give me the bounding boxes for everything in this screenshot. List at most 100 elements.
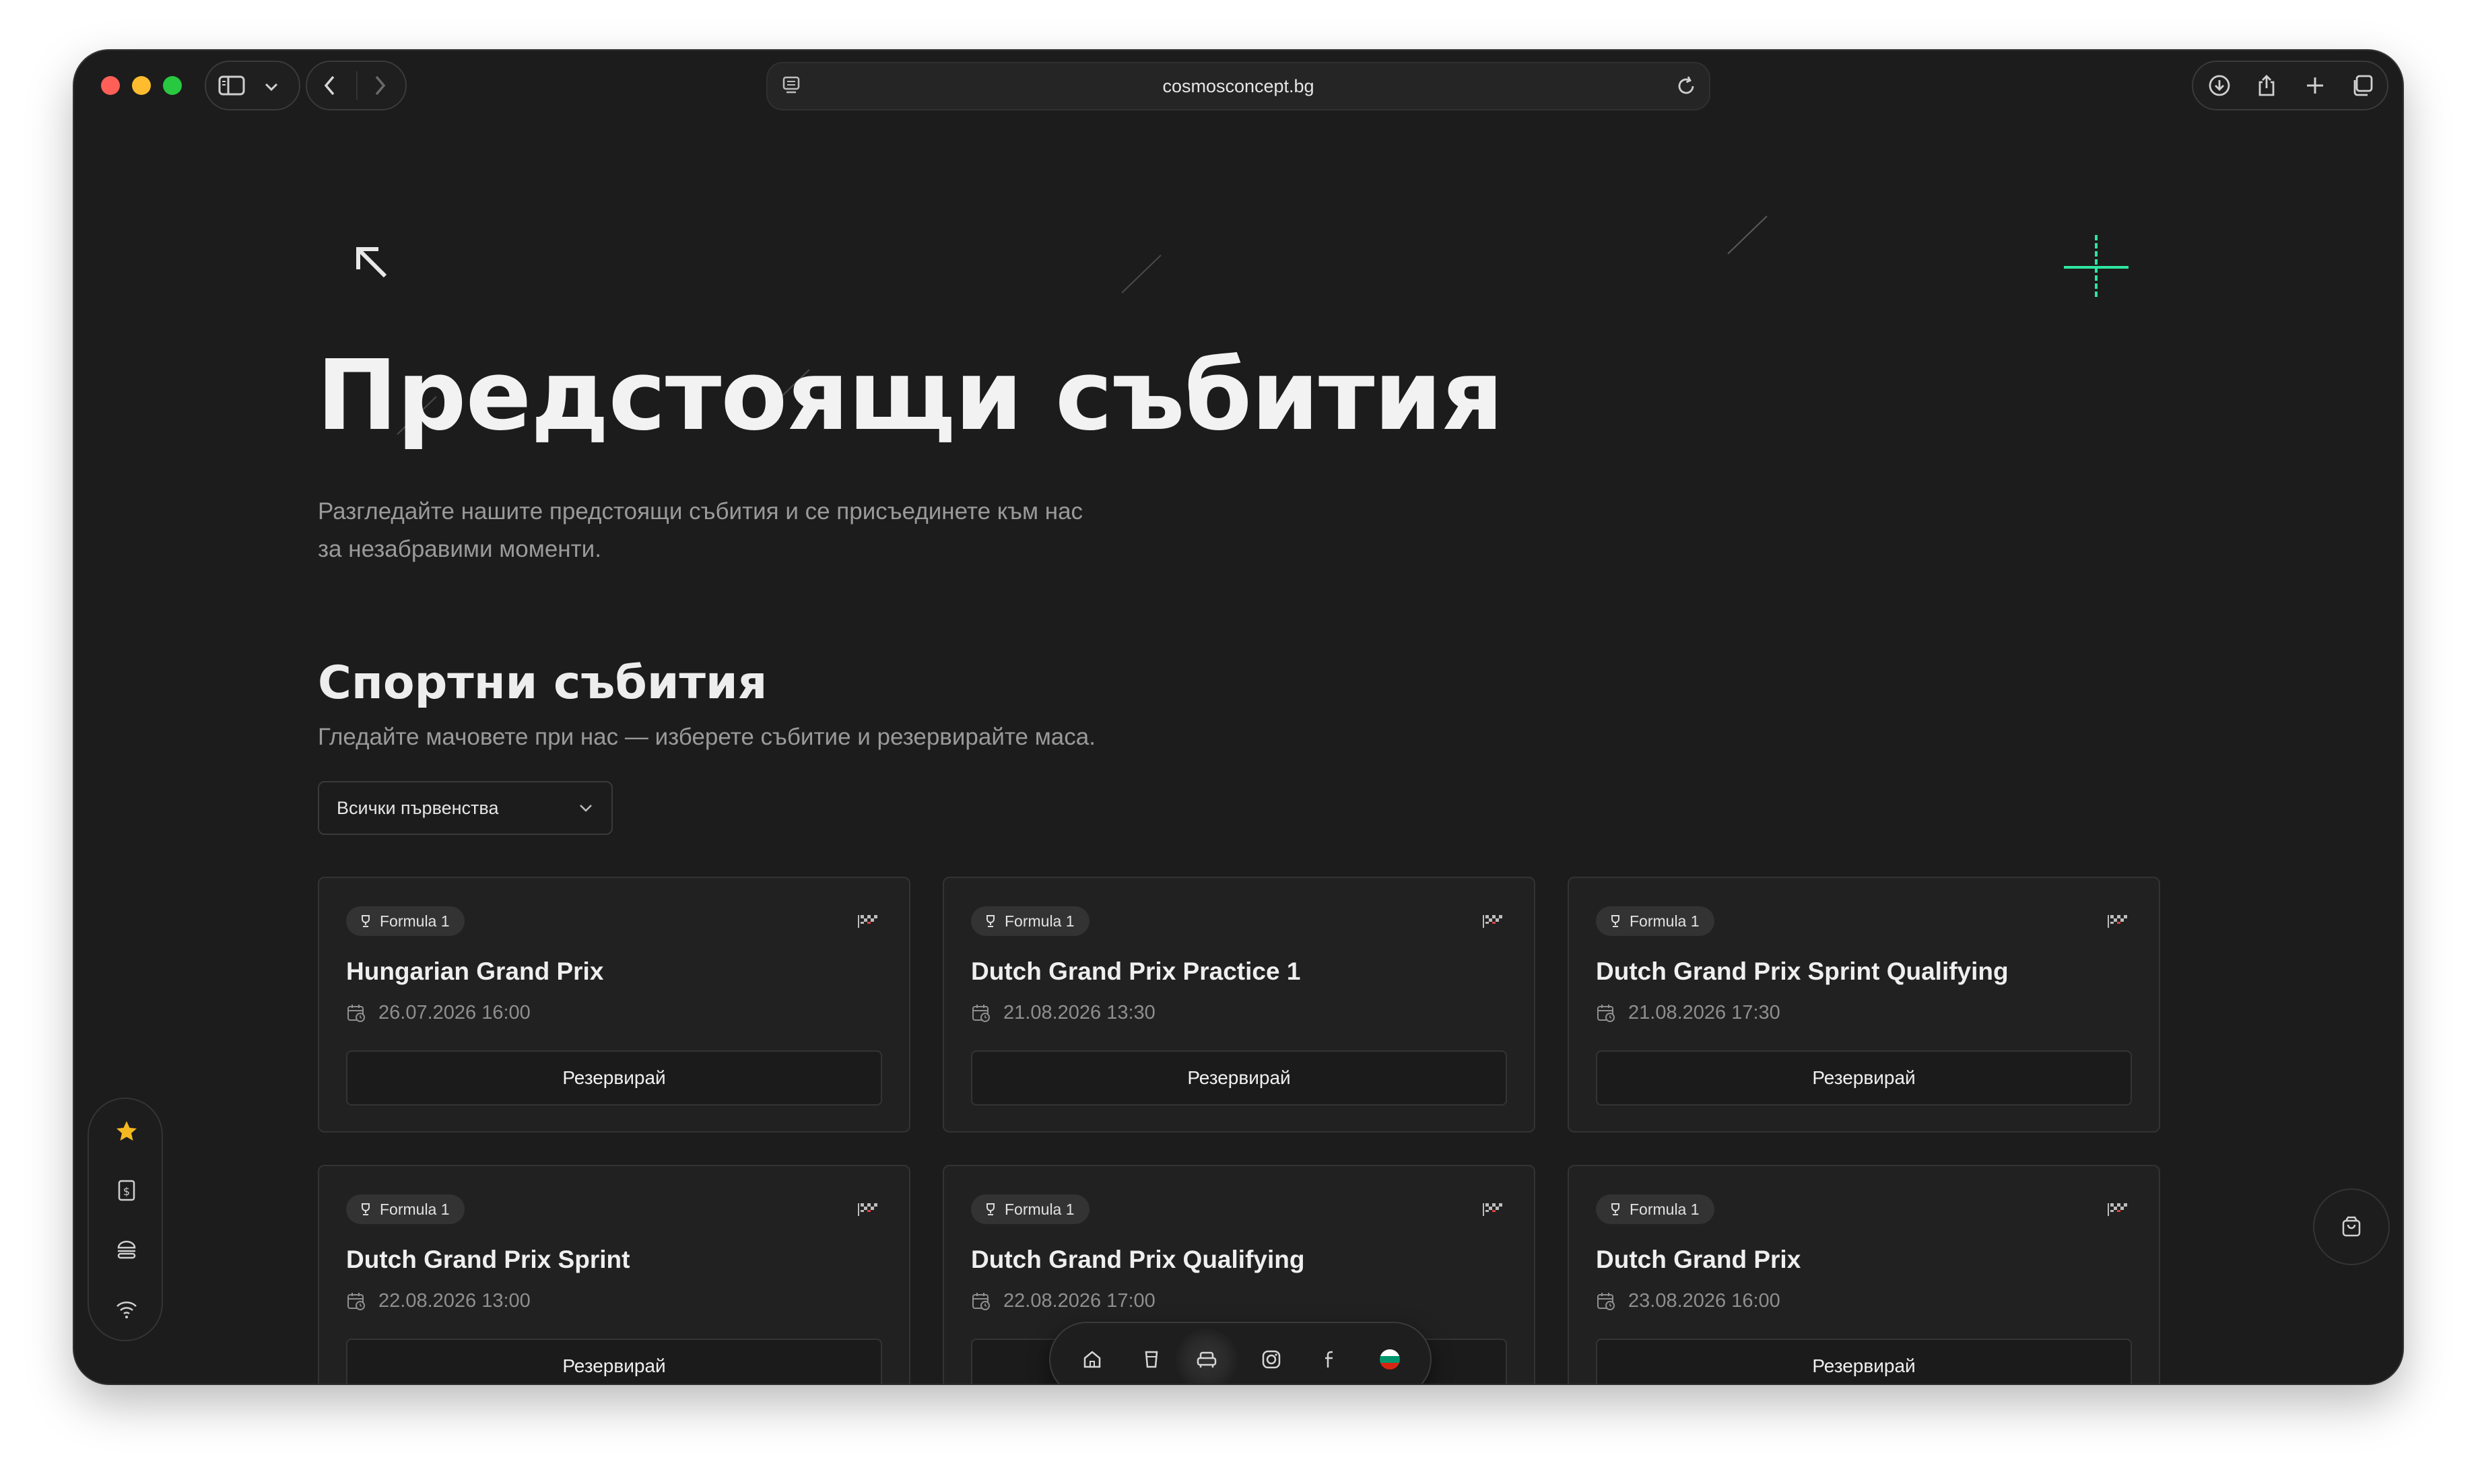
reserve-button[interactable]: Резервирай <box>1596 1050 2132 1106</box>
drink-icon <box>1145 1351 1158 1368</box>
calendar-clock-icon <box>1597 1005 1615 1022</box>
event-card: Formula 1 Dutch Grand Prix Practice 1 21.0… <box>943 877 1535 1133</box>
event-date-text: 22.08.2026 13:00 <box>378 1290 531 1312</box>
category-label: Formula 1 <box>380 1201 450 1218</box>
event-title: Hungarian Grand Prix <box>346 957 604 985</box>
event-date-text: 26.07.2026 16:00 <box>378 1002 531 1023</box>
wifi-icon[interactable] <box>114 1297 139 1321</box>
instagram-icon <box>1262 1350 1281 1369</box>
trophy-icon <box>362 915 370 927</box>
calendar-clock-icon <box>347 1293 365 1310</box>
trophy-icon <box>1611 1203 1619 1215</box>
back-icon[interactable] <box>323 75 337 96</box>
calendar-clock-icon <box>347 1005 365 1022</box>
svg-text:$: $ <box>123 1185 130 1198</box>
address-bar[interactable]: cosmosconcept.bg <box>766 62 1710 110</box>
page-intro-line-2: за незабравими моменти. <box>318 536 601 562</box>
sidebar-icon <box>218 75 245 96</box>
calendar-clock-icon <box>1597 1293 1615 1310</box>
tab-overview-button[interactable] <box>2341 65 2383 106</box>
dock-home-button[interactable] <box>1073 1341 1111 1378</box>
category-label: Formula 1 <box>380 912 450 930</box>
sidebar-toggle-button[interactable] <box>205 61 300 110</box>
category-label: Formula 1 <box>1005 1201 1075 1218</box>
home-icon <box>1083 1351 1101 1368</box>
dock-facebook-button[interactable] <box>1312 1341 1349 1378</box>
share-icon <box>2258 75 2275 96</box>
racing-flag-icon <box>2108 1203 2127 1216</box>
racing-flag-icon <box>858 1203 877 1216</box>
page-content: Предстоящи събития Разгледайте нашите пр… <box>74 125 2403 1384</box>
event-title: Dutch Grand Prix Practice 1 <box>971 957 1301 985</box>
browser-toolbar: cosmosconcept.bg <box>74 50 2403 125</box>
cart-button[interactable] <box>2313 1188 2390 1265</box>
facebook-icon <box>1325 1351 1333 1368</box>
bottom-navigation-dock <box>1049 1322 1432 1384</box>
championship-filter-select[interactable]: Всички първенства <box>318 781 613 835</box>
zoom-window-button[interactable] <box>163 76 182 95</box>
plus-icon <box>2307 77 2323 94</box>
close-window-button[interactable] <box>101 76 120 95</box>
chevron-down-icon <box>580 805 592 812</box>
category-label: Formula 1 <box>1630 912 1700 930</box>
back-arrow-icon[interactable] <box>353 244 391 281</box>
page-intro: Разгледайте нашите предстоящи събития и … <box>318 493 1160 568</box>
history-navigation <box>306 61 407 110</box>
share-button[interactable] <box>2246 65 2287 106</box>
star-icon[interactable] <box>114 1119 139 1143</box>
reserve-button[interactable]: Резервирай <box>971 1050 1507 1106</box>
category-label: Formula 1 <box>1005 912 1075 930</box>
trophy-icon <box>986 915 995 927</box>
trophy-icon <box>362 1203 370 1215</box>
section-subtitle: Гледайте мачовете при нас — изберете съб… <box>318 724 1096 750</box>
category-badge: Formula 1 <box>971 906 1090 936</box>
event-card: Formula 1 Hungarian Grand Prix 26.07.2026 … <box>318 877 910 1133</box>
left-quick-rail: $ <box>88 1098 163 1341</box>
racing-flag-icon <box>1483 1203 1502 1216</box>
category-badge: Formula 1 <box>1596 1194 1714 1224</box>
category-badge: Formula 1 <box>346 906 465 936</box>
dock-drinks-button[interactable] <box>1133 1341 1170 1378</box>
event-title: Dutch Grand Prix Qualifying <box>971 1246 1305 1273</box>
trophy-icon <box>1611 915 1619 927</box>
calendar-clock-icon <box>972 1005 990 1022</box>
category-badge: Formula 1 <box>1596 906 1714 936</box>
minimize-window-button[interactable] <box>132 76 151 95</box>
trophy-icon <box>986 1203 995 1215</box>
reserve-button[interactable]: Резервирай <box>1596 1339 2132 1384</box>
forward-icon[interactable] <box>373 75 387 96</box>
event-date-text: 21.08.2026 13:30 <box>1003 1002 1156 1023</box>
dock-instagram-button[interactable] <box>1252 1341 1290 1378</box>
sofa-icon <box>1197 1351 1217 1368</box>
downloads-button[interactable] <box>2199 65 2240 106</box>
filter-selected-value: Всички първенства <box>337 798 499 818</box>
event-date-text: 22.08.2026 17:00 <box>1003 1290 1156 1312</box>
dock-language-button[interactable] <box>1371 1341 1409 1378</box>
page-intro-line-1: Разгледайте нашите предстоящи събития и … <box>318 498 1083 525</box>
calendar-clock-icon <box>972 1293 990 1310</box>
toolbar-actions <box>2192 61 2388 110</box>
reserve-button[interactable]: Резервирай <box>346 1050 882 1106</box>
chevron-down-icon <box>265 83 278 92</box>
category-badge: Formula 1 <box>346 1194 465 1224</box>
section-title: Спортни събития <box>318 656 768 710</box>
page-title: Предстоящи събития <box>316 339 1504 452</box>
category-label: Formula 1 <box>1630 1201 1700 1218</box>
event-date-text: 23.08.2026 16:00 <box>1628 1290 1780 1312</box>
bulgaria-flag-icon <box>1380 1349 1400 1370</box>
burger-icon[interactable] <box>114 1238 139 1262</box>
event-card: Formula 1 Dutch Grand Prix Sprint 22.08.20… <box>318 1165 910 1384</box>
racing-flag-icon <box>858 915 877 928</box>
event-card: Formula 1 Dutch Grand Prix 23.08.2026 16:0… <box>1568 1165 2160 1384</box>
browser-window: cosmosconcept.bg Предстоящи събития Разг… <box>74 50 2403 1384</box>
event-title: Dutch Grand Prix Sprint Qualifying <box>1596 957 2009 985</box>
tabs-icon <box>2353 75 2373 96</box>
racing-flag-icon <box>1483 915 1502 928</box>
reserve-button[interactable]: Резервирай <box>346 1339 882 1384</box>
dock-lounge-button[interactable] <box>1176 1328 1238 1384</box>
event-card: Formula 1 Dutch Grand Prix Sprint Qualify… <box>1568 877 2160 1133</box>
new-tab-button[interactable] <box>2294 65 2336 106</box>
reload-icon[interactable] <box>1675 75 1697 97</box>
shopping-bag-icon <box>2342 1216 2361 1237</box>
menu-icon[interactable]: $ <box>114 1178 139 1203</box>
